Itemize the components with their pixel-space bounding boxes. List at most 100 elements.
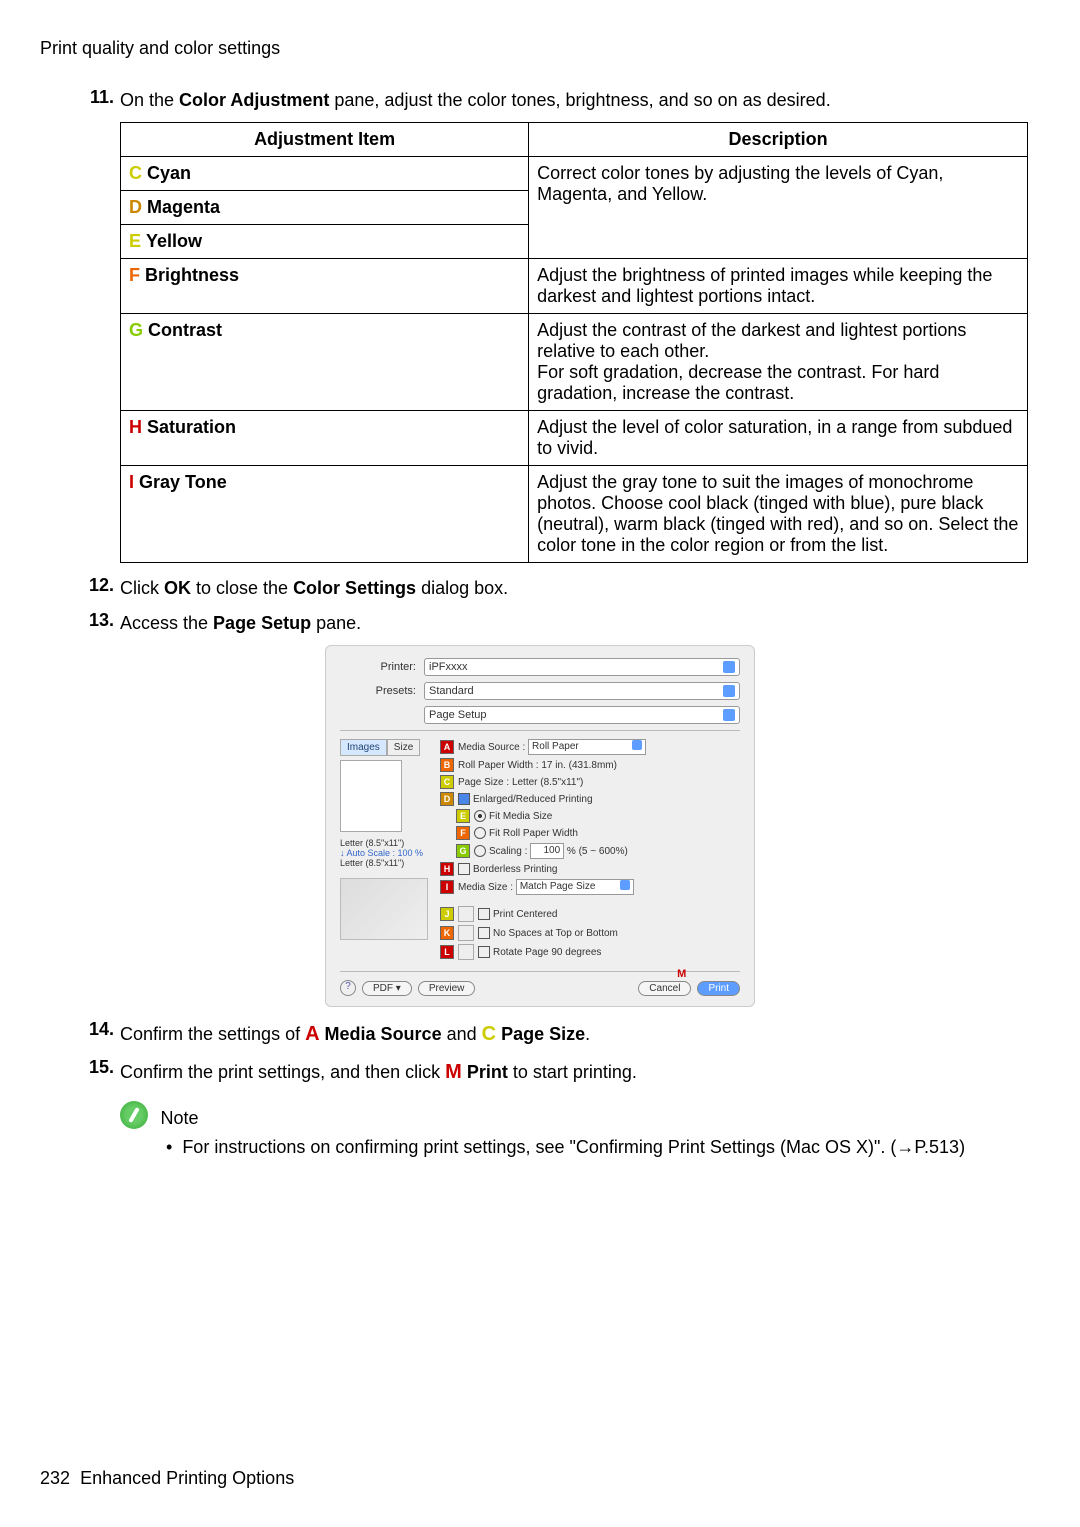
label-e-icon: E <box>456 809 470 823</box>
label-d-icon: D <box>440 792 454 806</box>
step-number: 14. <box>80 1019 114 1049</box>
item-name: Gray Tone <box>139 472 227 492</box>
table-cell: C Cyan <box>121 157 529 191</box>
step-13: 13. Access the Page Setup pane. <box>80 610 1040 637</box>
text: Access the <box>120 613 213 633</box>
option-label: Print Centered <box>493 909 557 920</box>
label-i-icon: I <box>440 880 454 894</box>
text: dialog box. <box>416 578 508 598</box>
print-button[interactable]: Print <box>697 981 740 996</box>
table-cell: D Magenta <box>121 191 529 225</box>
label-f-icon: F <box>456 826 470 840</box>
option-label: Enlarged/Reduced Printing <box>473 794 593 805</box>
item-name: Contrast <box>148 320 222 340</box>
step-text: On the Color Adjustment pane, adjust the… <box>120 87 1040 114</box>
pdf-button[interactable]: PDF ▾ <box>362 981 412 996</box>
item-name: Magenta <box>147 197 220 217</box>
bold: Print <box>462 1062 508 1082</box>
pane-select[interactable]: Page Setup <box>424 706 740 724</box>
option-label: No Spaces at Top or Bottom <box>493 928 618 939</box>
item-name: Saturation <box>147 417 236 437</box>
note-text: For instructions on confirming print set… <box>182 1137 965 1158</box>
fit-media-radio[interactable] <box>474 810 486 822</box>
text: to close the <box>191 578 293 598</box>
note-block: Note For instructions on confirming prin… <box>120 1101 1040 1158</box>
step-text: Access the Page Setup pane. <box>120 610 1040 637</box>
option-label: Scaling : <box>489 846 527 857</box>
bold: Media Source <box>320 1024 442 1044</box>
media-source-select[interactable]: Roll Paper <box>528 739 646 755</box>
fit-roll-radio[interactable] <box>474 827 486 839</box>
label-b-icon: B <box>440 758 454 772</box>
text: Confirm the settings of <box>120 1024 305 1044</box>
option-label: Roll Paper Width : <box>458 760 539 771</box>
table-cell: G Contrast <box>121 314 529 411</box>
label-j-icon: J <box>440 907 454 921</box>
sidebar-tabs: Images Size <box>340 739 440 756</box>
text: and <box>442 1024 482 1044</box>
option-label: Media Size : <box>458 882 513 893</box>
step-number: 15. <box>80 1057 114 1087</box>
step-text: Confirm the settings of A Media Source a… <box>120 1019 1040 1049</box>
tab-size[interactable]: Size <box>387 739 420 756</box>
bold: Color Adjustment <box>179 90 329 110</box>
preview-button[interactable]: Preview <box>418 981 476 996</box>
option-label: Fit Roll Paper Width <box>489 828 578 839</box>
page-number: 232 <box>40 1468 70 1488</box>
page-footer: 232 Enhanced Printing Options <box>40 1468 294 1489</box>
text: Confirm the print settings, and then cli… <box>120 1062 445 1082</box>
borderless-checkbox[interactable] <box>458 863 470 875</box>
table-cell: E Yellow <box>121 225 529 259</box>
label-letter: C <box>482 1023 496 1045</box>
dropdown-icon <box>723 661 735 673</box>
text: to start printing. <box>508 1062 637 1082</box>
dropdown-icon <box>632 740 642 750</box>
label-letter: G <box>129 320 143 340</box>
option-value: Letter (8.5"x11") <box>512 777 583 788</box>
dialog-options: AMedia Source : Roll Paper BRoll Paper W… <box>440 739 740 963</box>
option-label: Rotate Page 90 degrees <box>493 947 601 958</box>
label-h-icon: H <box>440 862 454 876</box>
label-a-icon: A <box>440 740 454 754</box>
printer-icon <box>340 878 428 940</box>
nospaces-checkbox[interactable] <box>478 927 490 939</box>
media-size-select[interactable]: Match Page Size <box>516 879 634 895</box>
help-button[interactable]: ? <box>340 980 356 996</box>
bold: Page Size <box>496 1024 585 1044</box>
centered-icon <box>458 906 474 922</box>
label-k-icon: K <box>440 926 454 940</box>
step-14: 14. Confirm the settings of A Media Sour… <box>80 1019 1040 1049</box>
item-name: Yellow <box>146 231 202 251</box>
label-letter: E <box>129 231 141 251</box>
table-cell: Adjust the brightness of printed images … <box>529 259 1028 314</box>
select-value: Roll Paper <box>532 740 579 754</box>
option-value: 17 in. (431.8mm) <box>541 760 617 771</box>
rotate-checkbox[interactable] <box>478 946 490 958</box>
label-letter: H <box>129 417 142 437</box>
side-info: ↓ Auto Scale : 100 % <box>340 848 440 858</box>
enlarged-checkbox[interactable] <box>458 793 470 805</box>
step-text: Click OK to close the Color Settings dia… <box>120 575 1040 602</box>
tab-images[interactable]: Images <box>340 739 387 756</box>
step-text: Confirm the print settings, and then cli… <box>120 1057 1040 1087</box>
scaling-input[interactable]: 100 <box>530 843 564 859</box>
cancel-button[interactable]: Cancel <box>638 981 691 996</box>
step-11: 11. On the Color Adjustment pane, adjust… <box>80 87 1040 114</box>
presets-select[interactable]: Standard <box>424 682 740 700</box>
text: Click <box>120 578 164 598</box>
item-name: Cyan <box>147 163 191 183</box>
scaling-radio[interactable] <box>474 845 486 857</box>
centered-checkbox[interactable] <box>478 908 490 920</box>
dropdown-icon <box>723 709 735 721</box>
table-header: Adjustment Item <box>121 123 529 157</box>
item-name: Brightness <box>145 265 239 285</box>
dropdown-icon <box>620 880 630 890</box>
label-letter: F <box>129 265 140 285</box>
text: . <box>585 1024 590 1044</box>
side-info: Letter (8.5"x11") <box>340 858 440 868</box>
text: pane. <box>311 613 361 633</box>
step-15: 15. Confirm the print settings, and then… <box>80 1057 1040 1087</box>
table-cell: Adjust the contrast of the darkest and l… <box>529 314 1028 411</box>
step-number: 12. <box>80 575 114 602</box>
printer-select[interactable]: iPFxxxx <box>424 658 740 676</box>
